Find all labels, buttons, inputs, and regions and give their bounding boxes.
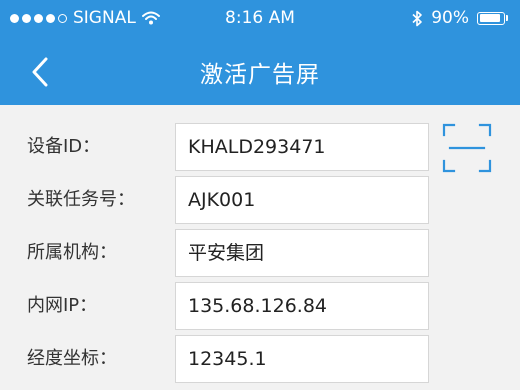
longitude-field[interactable]: 12345.1: [175, 335, 429, 383]
intranet-ip-field[interactable]: 135.68.126.84: [175, 282, 429, 330]
intranet-ip-label: 内网IP：: [27, 295, 98, 316]
form-row-intranet-ip: 内网IP： 135.68.126.84: [0, 282, 520, 330]
battery-percent: 90%: [431, 8, 469, 28]
bluetooth-icon: [412, 10, 423, 26]
battery-fill: [479, 14, 501, 22]
form-row-organization: 所属机构： 平安集团: [0, 229, 520, 277]
header-bar: SIGNAL 8:16 AM 90% 激活广告屏: [0, 0, 520, 105]
organization-field[interactable]: 平安集团: [175, 229, 429, 277]
organization-label: 所属机构：: [27, 242, 117, 263]
battery-body: [477, 11, 505, 25]
task-number-label: 关联任务号：: [27, 189, 135, 210]
form-row-longitude: 经度坐标： 12345.1: [0, 335, 520, 383]
status-bar: SIGNAL 8:16 AM 90%: [0, 0, 520, 36]
scan-icon: [442, 123, 492, 173]
status-right: 90%: [412, 8, 508, 28]
device-id-field[interactable]: KHALD293471: [175, 123, 429, 171]
activation-form: 设备ID： KHALD293471 关联任务号： AJK001 所属机构： 平安…: [0, 105, 520, 390]
device-id-label: 设备ID：: [27, 136, 101, 157]
page-title: 激活广告屏: [200, 62, 320, 88]
battery-tip: [506, 15, 508, 21]
battery-icon: [477, 11, 508, 25]
scan-button[interactable]: [441, 122, 493, 174]
form-row-task-number: 关联任务号： AJK001: [0, 176, 520, 224]
longitude-label: 经度坐标：: [27, 348, 117, 369]
task-number-field[interactable]: AJK001: [175, 176, 429, 224]
